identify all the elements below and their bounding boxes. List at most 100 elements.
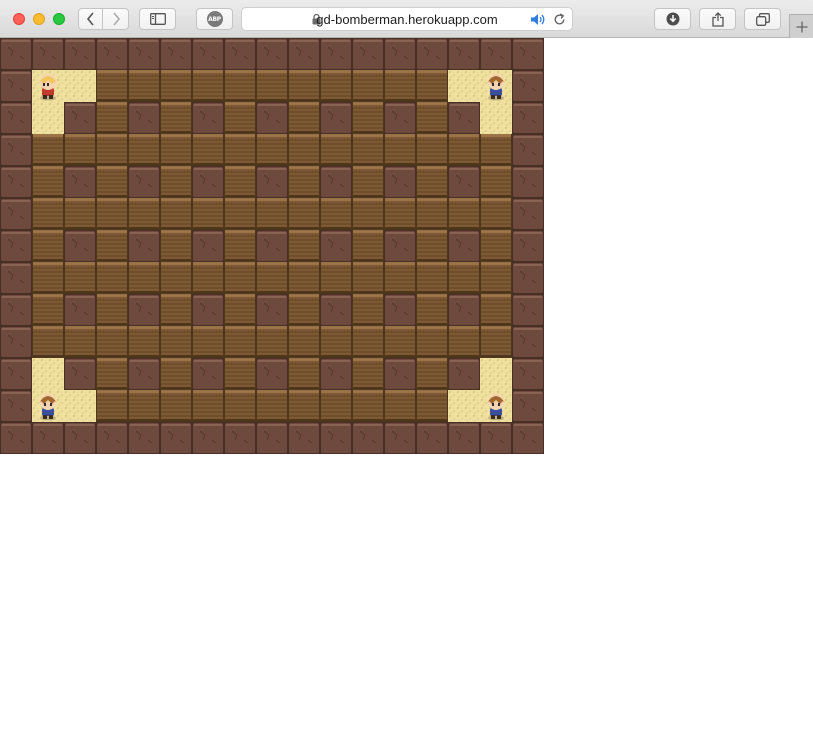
floor-tile: [288, 262, 320, 294]
floor-tile: [64, 198, 96, 230]
floor-tile: [416, 166, 448, 198]
wall-block: [192, 358, 224, 390]
floor-tile: [96, 294, 128, 326]
wall-block: [512, 358, 544, 390]
close-window-button[interactable]: [13, 13, 25, 25]
wall-block: [64, 358, 96, 390]
floor-tile: [288, 166, 320, 198]
floor-tile: [480, 326, 512, 358]
wall-block: [512, 326, 544, 358]
floor-tile: [224, 358, 256, 390]
floor-tile: [416, 294, 448, 326]
floor-tile: [224, 70, 256, 102]
floor-tile: [416, 262, 448, 294]
floor-tile: [192, 262, 224, 294]
wall-block: [64, 230, 96, 262]
floor-tile: [448, 262, 480, 294]
address-bar[interactable]: gd-bomberman.herokuapp.com: [241, 7, 573, 31]
adblock-extension-button[interactable]: ABP: [196, 8, 233, 30]
wall-block: [512, 70, 544, 102]
wall-block: [32, 422, 64, 454]
floor-tile: [32, 198, 64, 230]
downloads-button[interactable]: [654, 8, 691, 30]
reload-icon[interactable]: [553, 13, 566, 26]
floor-tile: [288, 326, 320, 358]
floor-tile: [160, 134, 192, 166]
floor-tile: [320, 134, 352, 166]
back-button[interactable]: [78, 8, 103, 30]
floor-tile: [352, 390, 384, 422]
floor-tile: [160, 166, 192, 198]
wall-block: [64, 294, 96, 326]
floor-tile: [288, 230, 320, 262]
new-tab-button[interactable]: [789, 14, 813, 38]
floor-tile: [416, 230, 448, 262]
wall-block: [128, 166, 160, 198]
floor-tile: [288, 102, 320, 134]
zoom-window-button[interactable]: [53, 13, 65, 25]
wall-block: [448, 422, 480, 454]
wall-block: [320, 166, 352, 198]
floor-tile: [288, 390, 320, 422]
floor-tile: [32, 134, 64, 166]
floor-tile: [96, 166, 128, 198]
floor-tile: [128, 134, 160, 166]
wall-block: [288, 38, 320, 70]
tabs-overview-icon: [755, 12, 770, 26]
floor-tile: [416, 358, 448, 390]
floor-tile: [160, 358, 192, 390]
wall-block: [128, 358, 160, 390]
floor-tile: [256, 390, 288, 422]
wall-block: [352, 422, 384, 454]
floor-tile: [128, 326, 160, 358]
floor-tile: [256, 198, 288, 230]
wall-block: [160, 422, 192, 454]
spawn-tile: [64, 70, 96, 102]
speaker-icon[interactable]: [530, 13, 546, 26]
floor-tile: [160, 230, 192, 262]
wall-block: [512, 166, 544, 198]
wall-block: [352, 38, 384, 70]
floor-tile: [480, 294, 512, 326]
wall-block: [384, 102, 416, 134]
floor-tile: [128, 70, 160, 102]
share-button[interactable]: [699, 8, 736, 30]
wall-block: [224, 38, 256, 70]
tabs-overview-button[interactable]: [744, 8, 781, 30]
wall-block: [0, 134, 32, 166]
chevron-left-icon: [86, 12, 94, 26]
spawn-tile: [448, 390, 480, 422]
forward-button[interactable]: [103, 8, 129, 30]
wall-block: [384, 38, 416, 70]
wall-block: [0, 390, 32, 422]
wall-block: [224, 422, 256, 454]
floor-tile: [416, 70, 448, 102]
game-board-canvas[interactable]: [0, 38, 544, 454]
floor-tile: [224, 134, 256, 166]
floor-tile: [192, 70, 224, 102]
wall-block: [448, 38, 480, 70]
wall-block: [0, 70, 32, 102]
wall-block: [32, 38, 64, 70]
wall-block: [192, 230, 224, 262]
sidebar-button[interactable]: [139, 8, 176, 30]
wall-block: [160, 38, 192, 70]
floor-tile: [192, 390, 224, 422]
wall-block: [448, 230, 480, 262]
minimize-window-button[interactable]: [33, 13, 45, 25]
floor-tile: [256, 70, 288, 102]
floor-tile: [352, 102, 384, 134]
floor-tile: [288, 70, 320, 102]
spawn-tile: [32, 102, 64, 134]
floor-tile: [352, 294, 384, 326]
floor-tile: [160, 102, 192, 134]
floor-tile: [416, 326, 448, 358]
floor-tile: [416, 102, 448, 134]
floor-tile: [224, 230, 256, 262]
game-board[interactable]: [0, 38, 544, 454]
floor-tile: [160, 294, 192, 326]
browser-toolbar: ABP gd-bomberman.herokuapp.com: [0, 0, 813, 38]
floor-tile: [32, 294, 64, 326]
wall-block: [512, 422, 544, 454]
floor-tile: [256, 262, 288, 294]
